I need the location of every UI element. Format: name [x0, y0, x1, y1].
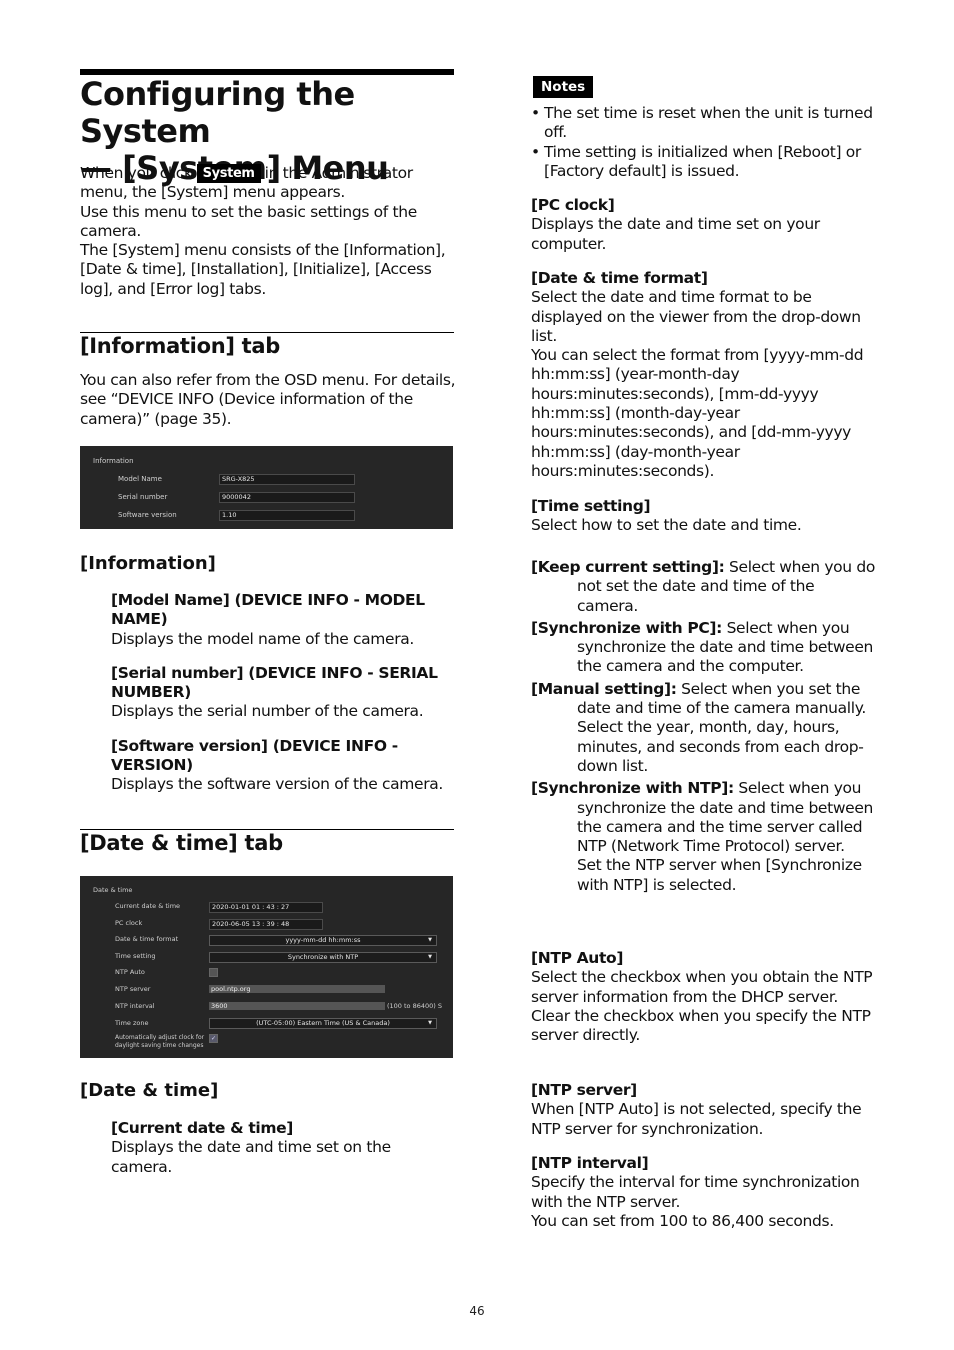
desc: Clear the checkbox when you specify the …	[531, 1006, 871, 1045]
dst-label: Automatically adjust clock for daylight …	[115, 1034, 205, 1049]
serial-number-label: Serial number	[118, 493, 168, 501]
information-items: [Model Name] (DEVICE INFO - MODEL NAME) …	[111, 591, 456, 795]
format-section: [Date & time format] Select the date and…	[531, 269, 879, 481]
item-term: [Serial number] (DEVICE INFO - SERIAL NU…	[111, 663, 438, 702]
term: [NTP interval]	[531, 1154, 649, 1172]
item-term: [Model Name] (DEVICE INFO - MODEL NAME)	[111, 591, 425, 629]
time-zone-dropdown[interactable]: (UTC-05:00) Eastern Time (US & Canada) ▼	[209, 1018, 437, 1029]
dropdown-arrow-icon: ▼	[428, 954, 432, 960]
desc: When [NTP Auto] is not selected, specify…	[531, 1100, 862, 1138]
desc: You can set from 100 to 86,400 seconds.	[531, 1211, 834, 1230]
time-setting-section: [Time setting] Select how to set the dat…	[531, 497, 879, 536]
serial-number-field: 9000042	[219, 492, 355, 503]
desc: You can select the format from [yyyy-mm-…	[531, 346, 864, 480]
item-term: [Software version] (DEVICE INFO - VERSIO…	[111, 736, 398, 775]
ntp-auto-section: [NTP Auto] Select the checkbox when you …	[531, 949, 879, 1045]
information-screenshot: Information Model Name SRG-X825 Serial n…	[80, 446, 453, 529]
information-tab-heading: [Information] tab	[80, 334, 280, 358]
format-label: Date & time format	[115, 935, 179, 943]
datetime-screenshot: Date & time Current date & time 2020-01-…	[80, 876, 453, 1058]
term: [PC clock]	[531, 196, 615, 214]
dst-checkbox[interactable]: ✓	[209, 1034, 218, 1043]
page-number: 46	[469, 1304, 485, 1318]
term: [Date & time format]	[531, 269, 708, 287]
format-dropdown[interactable]: yyyy-mm-dd hh:mm:ss ▼	[209, 935, 437, 946]
notes-badge: Notes	[533, 76, 594, 98]
check-icon: ✓	[210, 1035, 217, 1042]
model-name-field: SRG-X825	[219, 474, 355, 485]
software-version-label: Software version	[118, 511, 177, 519]
ntp-auto-checkbox[interactable]	[209, 968, 218, 977]
ntp-server-field[interactable]: pool.ntp.org	[209, 985, 385, 993]
option-item: [Manual setting]: Select when you set th…	[531, 679, 866, 775]
time-zone-label: Time zone	[115, 1019, 149, 1027]
term: [NTP Auto]	[531, 949, 624, 967]
dropdown-arrow-icon: ▼	[428, 1020, 432, 1026]
desc: Displays the date and time set on your c…	[531, 215, 820, 253]
time-setting-label: Time setting	[115, 952, 156, 960]
screenshot-title: Information	[93, 457, 134, 465]
time-setting-options: [Keep current setting]: Select when you …	[531, 558, 879, 895]
current-datetime-field: 2020-01-01 01 : 43 : 27	[209, 902, 323, 913]
dropdown-arrow-icon: ▼	[428, 937, 432, 943]
pc-clock-section: [PC clock] Displays the date and time se…	[531, 196, 879, 254]
time-setting-dropdown[interactable]: Synchronize with NTP ▼	[209, 952, 437, 963]
item-desc: Displays the model name of the camera.	[111, 629, 414, 648]
desc: Select how to set the date and time.	[531, 516, 802, 535]
item-desc: Displays the date and time set on the ca…	[111, 1138, 391, 1176]
datetime-items: [Current date & time] Displays the date …	[111, 1119, 411, 1177]
software-version-field: 1.10	[219, 510, 355, 521]
desc: Select the date and time format to be di…	[531, 288, 861, 345]
intro-text: When you click System in the Administrator…	[80, 164, 446, 298]
ntp-interval-section: [NTP interval] Specify the interval for …	[531, 1154, 879, 1231]
item-term: [Current date & time]	[111, 1119, 294, 1137]
pc-clock-label: PC clock	[115, 919, 143, 927]
current-datetime-label: Current date & time	[115, 902, 181, 910]
datetime-tab-heading: [Date & time] tab	[80, 831, 283, 855]
option-item: [Synchronize with PC]: Select when you s…	[531, 618, 874, 676]
option-item: [Keep current setting]: Select when you …	[531, 558, 875, 615]
ntp-interval-field[interactable]: 3600	[209, 1002, 385, 1010]
system-menu-button: System	[196, 164, 261, 183]
ntp-server-label: NTP server	[115, 985, 151, 993]
item-desc: Displays the software version of the cam…	[111, 775, 443, 794]
ntp-auto-label: NTP Auto	[115, 968, 145, 976]
option-item: [Synchronize with NTP]: Select when you …	[531, 779, 874, 894]
note-item: Time setting is initialized when [Reboot…	[531, 143, 879, 182]
information-subheading: [Information]	[80, 553, 216, 574]
item-desc: Displays the serial number of the camera…	[111, 702, 424, 721]
datetime-subheading: [Date & time]	[80, 1080, 219, 1101]
ntp-interval-label: NTP interval	[115, 1002, 155, 1010]
ntp-interval-range: (100 to 86400) S	[387, 1002, 443, 1010]
desc: Specify the interval for time synchroniz…	[531, 1173, 860, 1211]
ntp-server-section: [NTP server] When [NTP Auto] is not sele…	[531, 1081, 879, 1139]
pc-clock-field: 2020-06-05 13 : 39 : 48	[209, 919, 323, 930]
screenshot-title: Date & time	[93, 886, 133, 894]
term: [Time setting]	[531, 497, 651, 515]
desc: Select the checkbox when you obtain the …	[531, 968, 873, 1006]
notes-list: The set time is reset when the unit is t…	[531, 104, 879, 181]
information-tab-body: You can also refer from the OSD menu. Fo…	[80, 371, 456, 428]
note-item: The set time is reset when the unit is t…	[531, 104, 879, 143]
term: [NTP server]	[531, 1081, 637, 1099]
model-name-label: Model Name	[118, 475, 162, 483]
